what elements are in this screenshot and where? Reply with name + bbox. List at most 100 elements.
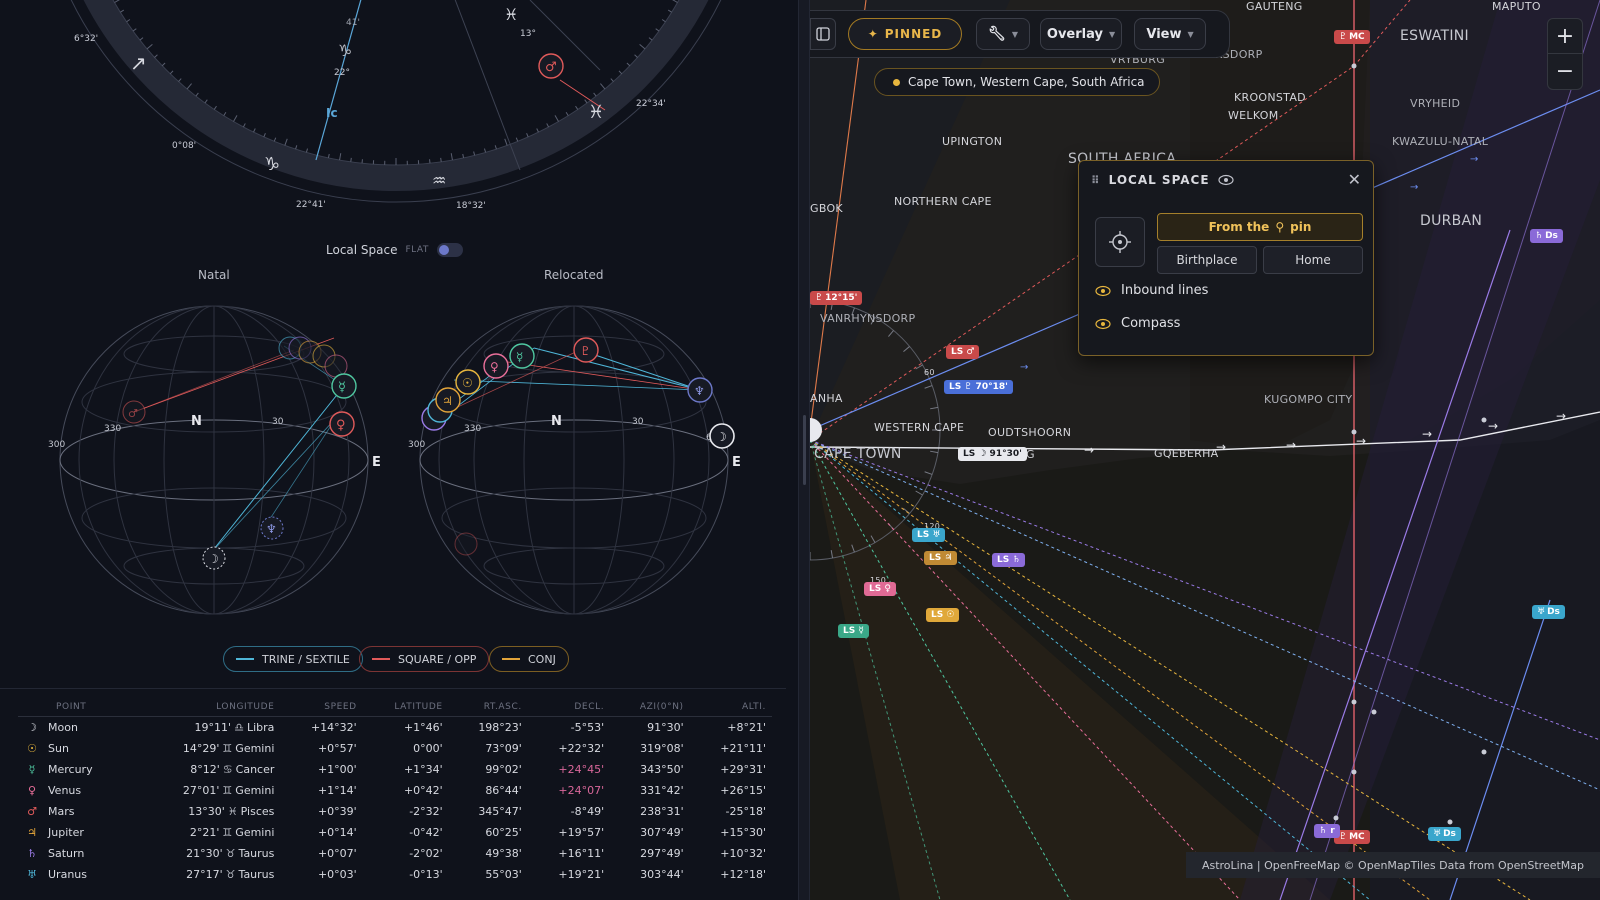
declination-cell: +24°45' xyxy=(558,762,605,776)
sidebar-toggle-button[interactable] xyxy=(810,18,836,50)
close-icon[interactable]: ✕ xyxy=(1348,170,1361,189)
overlay-dropdown[interactable]: Overlay ▼ xyxy=(1040,18,1122,50)
zodiac-sign-icon: ♊ xyxy=(222,825,233,839)
table-row[interactable]: ☉ Sun 14°29' ♊ Gemini +0°57' 0°00' 73°09' +22°32… xyxy=(18,738,772,759)
ls-pluto-badge[interactable]: LS ♇ 70°18' xyxy=(944,380,1013,394)
natal-title: Natal xyxy=(198,268,230,282)
wheel-degree: 0°08' xyxy=(172,141,196,151)
wheel-tick xyxy=(483,148,487,153)
place-label: CAPE TOWN xyxy=(814,446,902,462)
declination-cell: +16°11' xyxy=(558,846,605,860)
from-pin-button[interactable]: From the ⚲ pin xyxy=(1157,213,1363,241)
crosshair-icon xyxy=(1109,231,1131,253)
divider-handle[interactable] xyxy=(803,415,806,485)
wrench-icon: 🔧︎ xyxy=(988,26,1006,42)
svg-text:→: → xyxy=(1410,182,1418,193)
flat-toggle[interactable] xyxy=(436,243,463,257)
wheel-tick xyxy=(634,54,638,58)
pin-label: pin xyxy=(1290,220,1312,234)
ls-uranus-badge[interactable]: LS ♅ xyxy=(912,528,946,542)
pisces-icon: ♓ xyxy=(504,5,518,24)
table-row[interactable]: ♃ Jupiter 2°21' ♊ Gemini +0°14' -0°42' 60°25' +1… xyxy=(18,822,772,843)
uranus-ds-badge[interactable]: ♅ Ds xyxy=(1428,827,1461,841)
wheel-tick xyxy=(626,62,631,67)
uranus-ds-badge[interactable]: ♅ Ds xyxy=(1532,605,1565,619)
mars-icon: ♂ xyxy=(545,60,557,75)
az-tick: 30 xyxy=(632,417,644,427)
ls-venus-badge[interactable]: LS ♀ xyxy=(864,582,896,596)
wheel-tick xyxy=(154,54,158,58)
location-chip[interactable]: Cape Town, Western Cape, South Africa xyxy=(874,68,1160,96)
home-button[interactable]: Home xyxy=(1263,246,1363,274)
azimuth-cell: 307°49' xyxy=(640,825,684,839)
latitude-cell: +1°34' xyxy=(403,762,443,776)
map-view[interactable]: →→→ →→→→ →→→→ GAUTENG MAPUTO ESWATINI VR… xyxy=(810,0,1600,900)
planet-icon: ♀ xyxy=(27,783,37,797)
ls-saturn-badge[interactable]: LS ♄ xyxy=(992,553,1026,567)
point-cell: ♄ Saturn xyxy=(18,843,133,864)
zodiac-sign-icon: ♊ xyxy=(222,741,233,755)
table-row[interactable]: ☽ Moon 19°11' ♎ Libra +14°32' +1°46' 198°23' -5°… xyxy=(18,717,772,738)
wheel-tick xyxy=(440,157,442,162)
locate-button[interactable] xyxy=(1095,217,1145,267)
inbound-lines-toggle[interactable]: Inbound lines xyxy=(1095,283,1208,298)
declination-cell: +22°32' xyxy=(558,741,605,755)
legend-trine[interactable]: TRINE / SEXTILE xyxy=(223,646,363,672)
split-divider[interactable] xyxy=(798,0,810,900)
view-dropdown[interactable]: View ▼ xyxy=(1134,18,1206,50)
point-cell: ☉ Sun xyxy=(18,738,133,759)
eye-icon[interactable] xyxy=(1217,174,1234,186)
pluto-icon: ♇ xyxy=(580,344,591,358)
ls-mercury-badge[interactable]: LS ☿ xyxy=(838,624,869,638)
speed-cell: +0°57' xyxy=(317,741,357,755)
compass-toggle[interactable]: Compass xyxy=(1095,316,1180,331)
altitude-cell: +21°11' xyxy=(720,741,766,755)
table-row[interactable]: ♂ Mars 13°30' ♓ Pisces +0°39' -2°32' 345°47' -8°… xyxy=(18,801,772,822)
flat-label: FLAT xyxy=(405,245,429,255)
legend-square[interactable]: SQUARE / OPP xyxy=(359,646,490,672)
ls-sun-badge[interactable]: LS ☉ xyxy=(926,608,960,622)
column-header: ALTI. xyxy=(689,700,772,717)
table-row[interactable]: ♅ Uranus 27°17' ♉ Taurus +0°03' -0°13' 55°03' +1… xyxy=(18,864,772,885)
wheel-tick xyxy=(462,153,465,159)
pluto-degree-badge[interactable]: ♇ 12°15' xyxy=(810,291,863,305)
wheel-tick xyxy=(526,133,529,138)
badge-label: Ds xyxy=(1547,607,1560,617)
ls-jupiter-badge[interactable]: LS ♃ xyxy=(924,551,958,565)
wheel-tick xyxy=(554,115,559,122)
legend-conj[interactable]: CONJ xyxy=(489,646,569,672)
saturn-badge[interactable]: ♄ r xyxy=(1314,824,1340,838)
wheel-tick xyxy=(648,37,653,41)
tools-dropdown[interactable]: 🔧︎ ▼ xyxy=(976,18,1030,50)
table-row[interactable]: ♀ Venus 27°01' ♊ Gemini +1°14' +0°42' 86°44' +24… xyxy=(18,780,772,801)
longitude-cell: 19°11' ♎ Libra xyxy=(194,720,275,734)
panel-title: LOCAL SPACE xyxy=(1108,173,1210,187)
wheel-tick xyxy=(126,19,131,23)
table-row[interactable]: ♄ Saturn 21°30' ♉ Taurus +0°07' -2°02' 49°38' +1… xyxy=(18,843,772,864)
drag-handle-icon[interactable]: ⠿ xyxy=(1091,174,1101,187)
saturn-ds-badge[interactable]: ♄ Ds xyxy=(1530,229,1563,243)
badge-label: 12°15' xyxy=(825,293,858,303)
from-label: From the xyxy=(1208,220,1270,234)
table-row[interactable]: ☿ Mercury 8°12' ♋ Cancer +1°00' +1°34' 99°02' +2… xyxy=(18,759,772,780)
location-label: Cape Town, Western Cape, South Africa xyxy=(908,75,1145,89)
ls-mars-badge[interactable]: LS ♂ xyxy=(946,345,980,359)
zoom-out-button[interactable]: − xyxy=(1547,54,1583,90)
wheel-tick xyxy=(639,44,646,50)
birthplace-button[interactable]: Birthplace xyxy=(1157,246,1257,274)
neptune-icon: ♆ xyxy=(266,522,277,536)
speed-cell: +1°14' xyxy=(317,783,357,797)
mars-marker[interactable] xyxy=(454,532,478,556)
badge-label: Ds xyxy=(1545,231,1558,241)
azimuth-cell: 303°44' xyxy=(640,867,684,881)
chevron-down-icon: ▼ xyxy=(1187,29,1194,39)
latitude-cell: +0°42' xyxy=(403,783,443,797)
pinned-button[interactable]: ✦ PINNED xyxy=(848,18,962,50)
wheel-tick xyxy=(661,19,666,23)
zoom-in-button[interactable]: + xyxy=(1547,18,1583,54)
pluto-mc-badge[interactable]: ♇ MC xyxy=(1334,30,1370,44)
map-attribution[interactable]: AstroLina | OpenFreeMap © OpenMapTiles D… xyxy=(1185,852,1600,878)
column-header: SPEED xyxy=(280,700,363,717)
ls-moon-badge[interactable]: LS ☽ 91°30' xyxy=(958,447,1027,461)
pisces-icon: ♓ xyxy=(588,102,604,123)
